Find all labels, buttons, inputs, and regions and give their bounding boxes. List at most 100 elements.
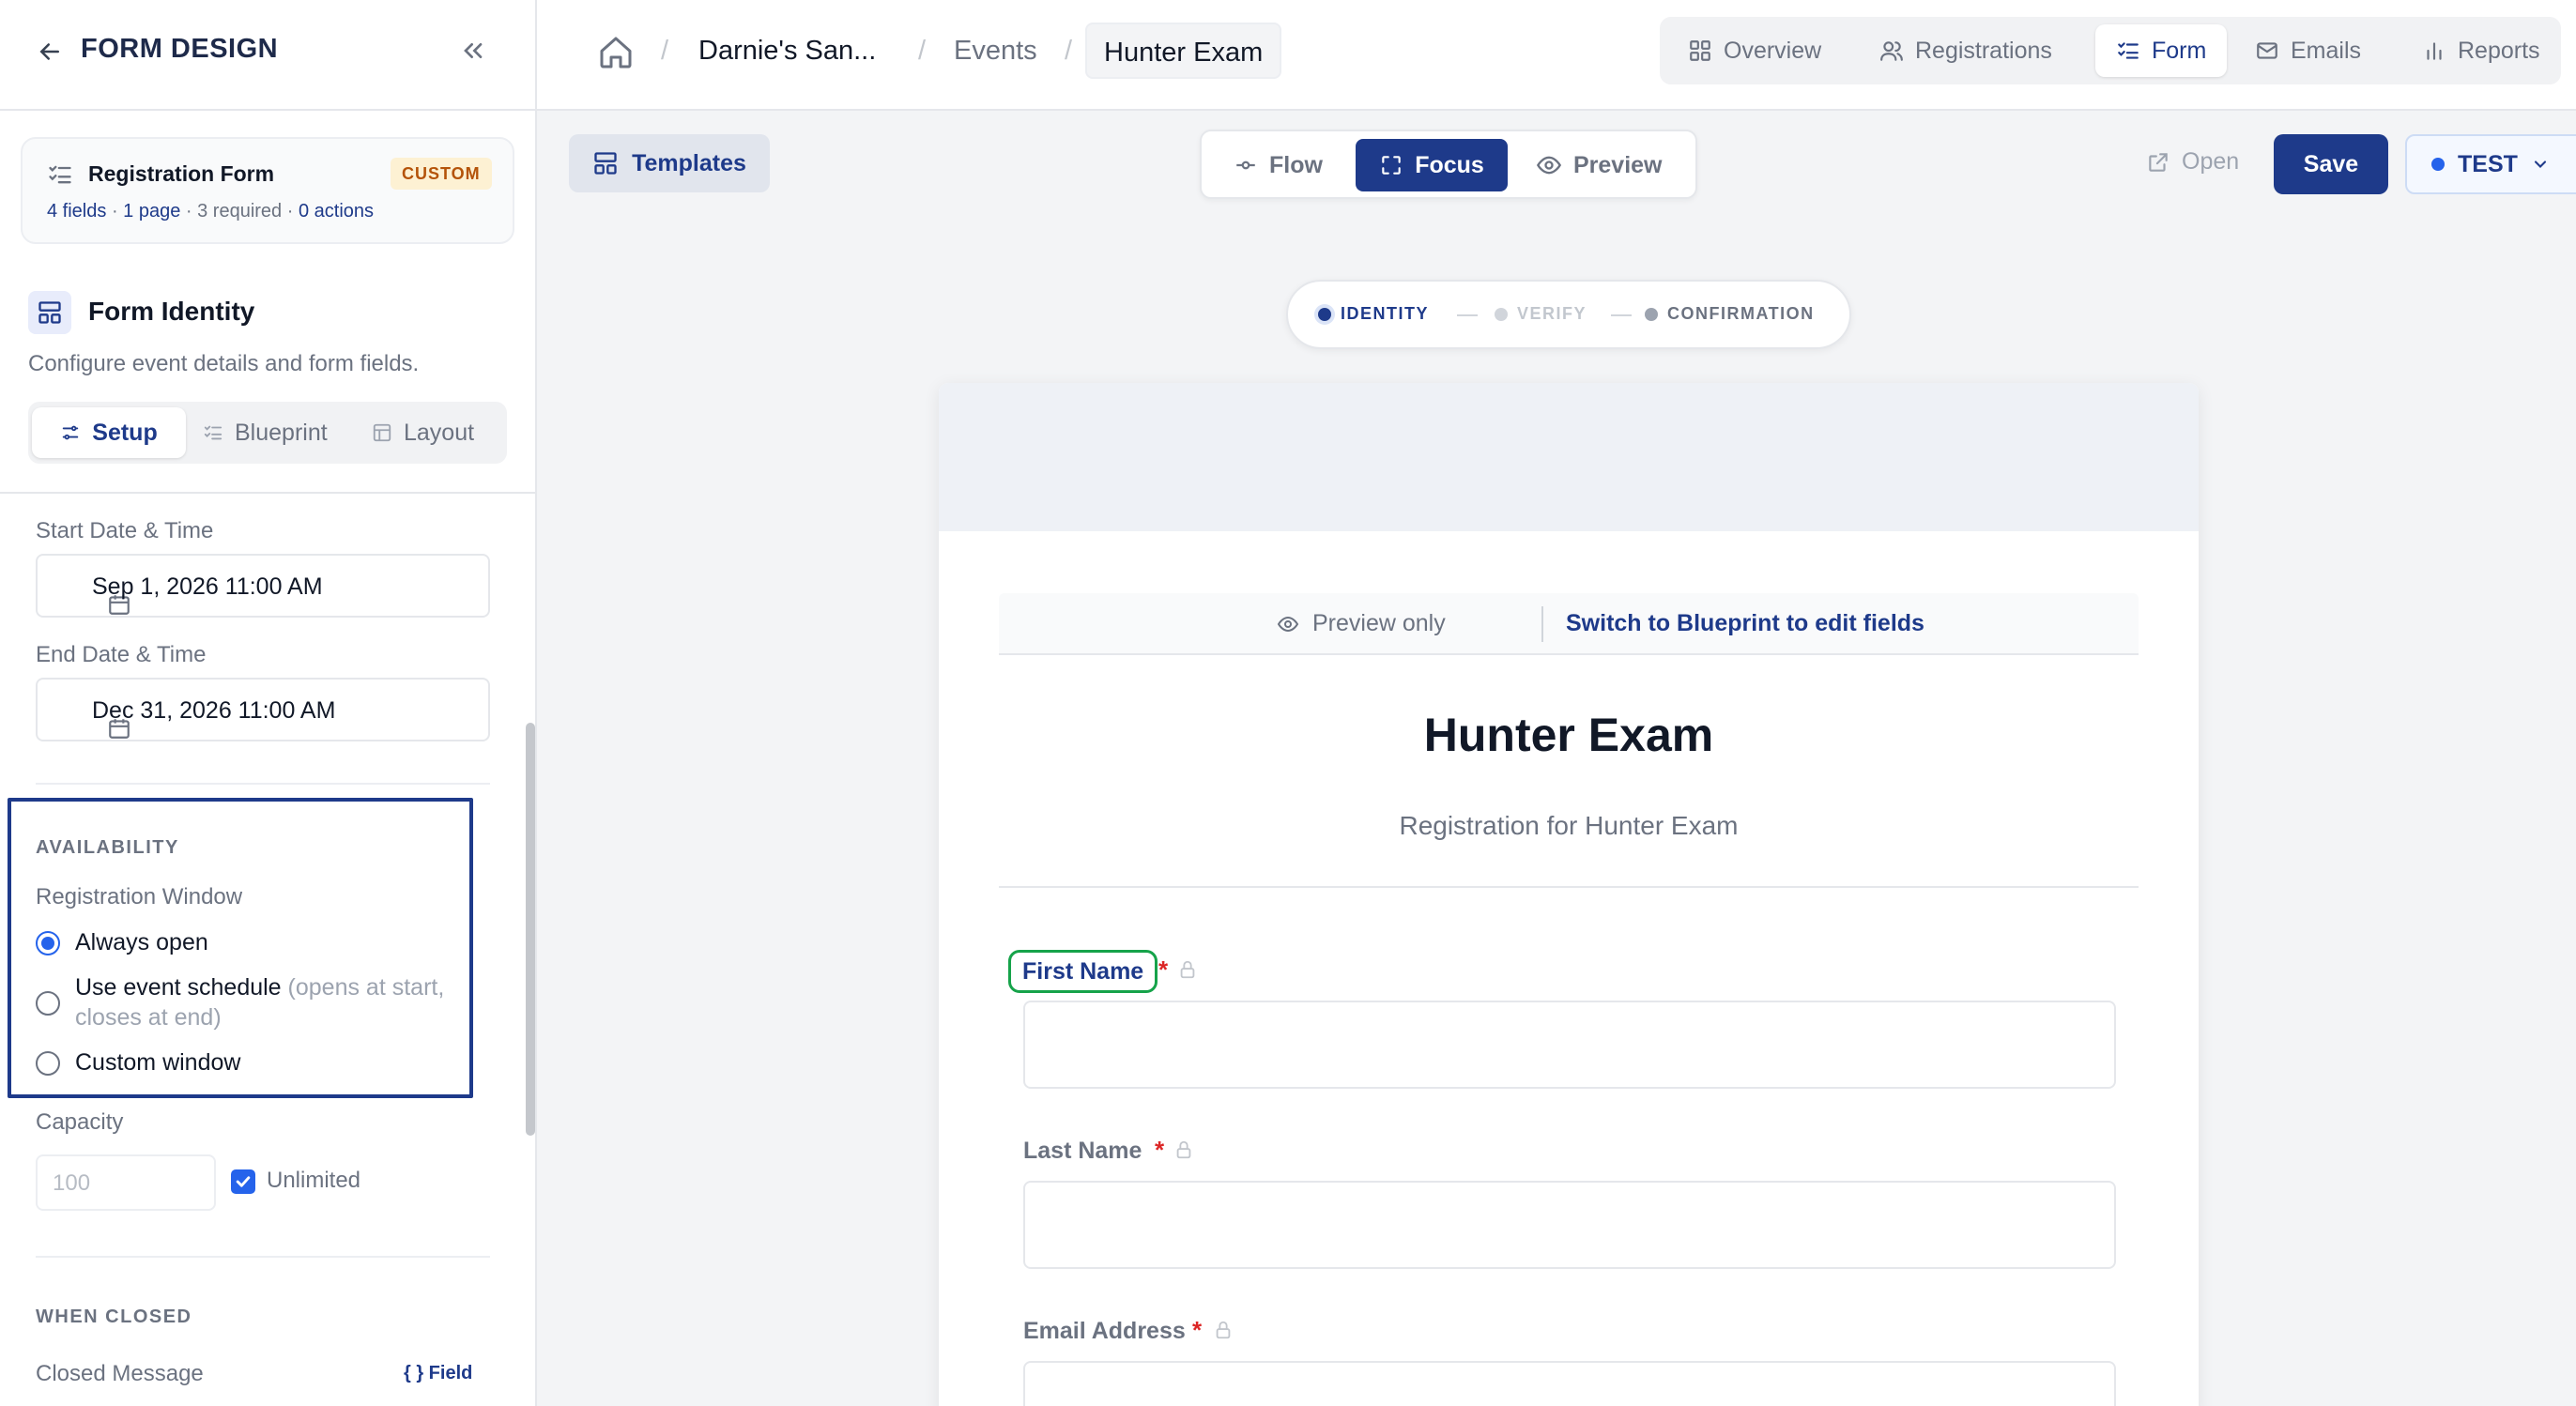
sliders-icon [60, 422, 81, 443]
chevrons-left-icon[interactable] [458, 36, 488, 66]
lock-icon [1173, 1139, 1194, 1160]
main-nav-tabs: Overview Registrations Form Emails Repor… [1660, 17, 2561, 84]
layout-icon [28, 291, 71, 334]
unlimited-checkbox[interactable] [231, 1169, 255, 1194]
end-date-value: Dec 31, 2026 11:00 AM [92, 697, 336, 724]
tab-emails[interactable]: Emails [2234, 24, 2382, 77]
start-date-label: Start Date & Time [36, 518, 214, 543]
templates-button[interactable]: Templates [569, 134, 770, 192]
git-commit-icon [1234, 153, 1258, 177]
form-stepper: IDENTITY VERIFY CONFIRMATION [1286, 280, 1851, 349]
list-checks-icon [203, 422, 223, 443]
sidebar-header: FORM DESIGN [0, 0, 535, 111]
closed-message-label: Closed Message [36, 1361, 204, 1386]
breadcrumb-separator: / [918, 36, 927, 66]
step-confirmation[interactable]: CONFIRMATION [1645, 304, 1815, 324]
section-title: Form Identity [88, 297, 255, 326]
email-address-label: Email Address [1023, 1318, 1186, 1344]
divider [1541, 606, 1543, 642]
radio-always-open[interactable] [36, 931, 60, 955]
open-button[interactable]: Open [2146, 148, 2239, 176]
radio-event-schedule[interactable] [36, 991, 60, 1016]
mode-flow[interactable]: Flow [1234, 139, 1323, 191]
capacity-label: Capacity [36, 1109, 124, 1135]
breadcrumb-current: Hunter Exam [1085, 23, 1282, 79]
tab-overview[interactable]: Overview [1667, 24, 1842, 77]
sidebar-tabs: Setup Blueprint Layout [28, 402, 507, 464]
step-connector [1611, 314, 1632, 316]
end-date-input[interactable]: Dec 31, 2026 11:00 AM [36, 678, 490, 741]
tab-reports[interactable]: Reports [2401, 24, 2561, 77]
radio-custom-window-label[interactable]: Custom window [75, 1047, 240, 1077]
lock-icon [1177, 959, 1198, 980]
start-date-value: Sep 1, 2026 11:00 AM [92, 573, 323, 600]
chevron-down-icon [2531, 155, 2550, 174]
end-date-label: End Date & Time [36, 642, 207, 667]
pages-count-link[interactable]: 1 page [123, 201, 180, 222]
first-name-input[interactable] [1023, 1001, 2116, 1089]
required-count: · 3 required · [185, 201, 294, 222]
tab-layout[interactable]: Layout [372, 407, 474, 458]
arrow-left-icon[interactable] [36, 38, 64, 66]
insert-field-button[interactable]: { } Field [404, 1363, 472, 1384]
unlimited-label[interactable]: Unlimited [267, 1168, 360, 1194]
when-closed-heading: WHEN CLOSED [36, 1307, 192, 1327]
list-checks-icon [2116, 38, 2140, 63]
actions-count-link[interactable]: 0 actions [299, 201, 374, 222]
radio-custom-window[interactable] [36, 1051, 60, 1076]
form-title: Hunter Exam [1423, 709, 1714, 761]
breadcrumb-organization[interactable]: Darnie's San... [698, 36, 876, 67]
last-name-input[interactable] [1023, 1181, 2116, 1269]
radio-event-schedule-label[interactable]: Use event schedule (opens at start, clos… [75, 972, 469, 1032]
fields-count-link[interactable]: 4 fields [47, 201, 106, 222]
capacity-placeholder: 100 [53, 1170, 91, 1196]
grid-icon [1688, 38, 1712, 63]
mode-focus[interactable]: Focus [1356, 139, 1508, 191]
divider [36, 1256, 490, 1258]
list-checks-icon [47, 161, 73, 188]
mail-icon [2255, 38, 2279, 63]
preview-only-label: Preview only [1277, 610, 1446, 637]
form-name: Registration Form [88, 161, 275, 186]
eye-icon [1277, 613, 1299, 635]
form-summary-card[interactable]: Registration Form CUSTOM 4 fields · 1 pa… [21, 137, 514, 244]
tab-setup[interactable]: Setup [32, 407, 186, 458]
preview-notice: Preview only Switch to Blueprint to edit… [999, 593, 2139, 655]
sidebar-title: FORM DESIGN [81, 34, 279, 64]
switch-to-blueprint-link[interactable]: Switch to Blueprint to edit fields [1566, 610, 1924, 637]
tab-form[interactable]: Form [2095, 24, 2228, 77]
registration-window-label: Registration Window [36, 884, 243, 909]
radio-always-open-label[interactable]: Always open [75, 927, 208, 957]
environment-dropdown[interactable]: TEST [2405, 134, 2576, 194]
sidebar: FORM DESIGN Registration Form CUSTOM 4 f… [0, 0, 537, 1406]
users-icon [1879, 38, 1904, 63]
email-address-input[interactable] [1023, 1361, 2116, 1406]
form-preview-canvas: Preview only Switch to Blueprint to edit… [939, 383, 2199, 1406]
tab-registrations[interactable]: Registrations [1859, 24, 2073, 77]
focus-icon [1379, 153, 1403, 177]
step-verify[interactable]: VERIFY [1495, 304, 1587, 324]
home-icon[interactable] [597, 34, 635, 71]
layout-icon [592, 150, 619, 176]
save-button[interactable]: Save [2274, 134, 2388, 194]
bar-chart-icon [2422, 38, 2446, 63]
step-identity[interactable]: IDENTITY [1318, 304, 1429, 324]
required-marker: * [1158, 955, 1169, 984]
required-marker: * [1192, 1316, 1203, 1344]
mode-preview[interactable]: Preview [1536, 139, 1663, 191]
last-name-label: Last Name [1023, 1138, 1142, 1164]
capacity-input[interactable]: 100 [36, 1154, 216, 1211]
status-dot [2431, 158, 2445, 171]
eye-icon [1536, 152, 1562, 178]
layout-icon [372, 422, 392, 443]
view-mode-toggle: Flow Focus Preview [1200, 130, 1697, 199]
step-connector [1457, 314, 1478, 316]
lock-icon [1213, 1320, 1234, 1340]
breadcrumb-events[interactable]: Events [954, 36, 1037, 67]
start-date-input[interactable]: Sep 1, 2026 11:00 AM [36, 554, 490, 618]
breadcrumb-separator: / [661, 36, 669, 66]
sidebar-scrollbar[interactable] [526, 723, 535, 1136]
tab-blueprint[interactable]: Blueprint [203, 407, 328, 458]
required-marker: * [1155, 1136, 1165, 1164]
first-name-label[interactable]: First Name [1008, 950, 1158, 993]
